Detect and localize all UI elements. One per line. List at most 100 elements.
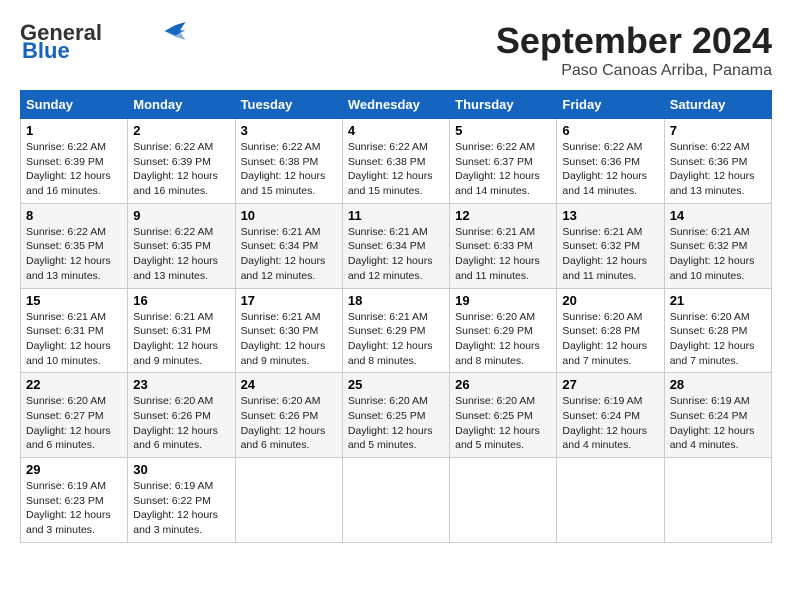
month-title: September 2024 (496, 20, 772, 62)
day-info: Sunrise: 6:21 AM Sunset: 6:33 PM Dayligh… (455, 225, 551, 284)
calendar-week-row: 1 Sunrise: 6:22 AM Sunset: 6:39 PM Dayli… (21, 119, 772, 204)
calendar-day-cell (235, 458, 342, 543)
day-number: 10 (241, 208, 337, 223)
day-info: Sunrise: 6:21 AM Sunset: 6:34 PM Dayligh… (348, 225, 444, 284)
calendar-day-cell: 9 Sunrise: 6:22 AM Sunset: 6:35 PM Dayli… (128, 203, 235, 288)
weekday-header: Friday (557, 91, 664, 119)
weekday-header: Thursday (450, 91, 557, 119)
day-number: 2 (133, 123, 229, 138)
calendar-day-cell: 25 Sunrise: 6:20 AM Sunset: 6:25 PM Dayl… (342, 373, 449, 458)
day-number: 21 (670, 293, 766, 308)
calendar-day-cell: 28 Sunrise: 6:19 AM Sunset: 6:24 PM Dayl… (664, 373, 771, 458)
day-number: 13 (562, 208, 658, 223)
calendar-day-cell: 3 Sunrise: 6:22 AM Sunset: 6:38 PM Dayli… (235, 119, 342, 204)
day-number: 22 (26, 377, 122, 392)
calendar-week-row: 29 Sunrise: 6:19 AM Sunset: 6:23 PM Dayl… (21, 458, 772, 543)
weekday-header: Sunday (21, 91, 128, 119)
logo: General Blue (20, 20, 187, 64)
day-number: 5 (455, 123, 551, 138)
day-info: Sunrise: 6:21 AM Sunset: 6:31 PM Dayligh… (26, 310, 122, 369)
day-info: Sunrise: 6:19 AM Sunset: 6:22 PM Dayligh… (133, 479, 229, 538)
calendar-day-cell: 10 Sunrise: 6:21 AM Sunset: 6:34 PM Dayl… (235, 203, 342, 288)
day-number: 9 (133, 208, 229, 223)
day-info: Sunrise: 6:20 AM Sunset: 6:28 PM Dayligh… (562, 310, 658, 369)
day-info: Sunrise: 6:20 AM Sunset: 6:25 PM Dayligh… (455, 394, 551, 453)
day-info: Sunrise: 6:19 AM Sunset: 6:24 PM Dayligh… (562, 394, 658, 453)
calendar-day-cell: 4 Sunrise: 6:22 AM Sunset: 6:38 PM Dayli… (342, 119, 449, 204)
calendar-table: SundayMondayTuesdayWednesdayThursdayFrid… (20, 90, 772, 543)
day-number: 30 (133, 462, 229, 477)
weekday-header: Saturday (664, 91, 771, 119)
day-number: 19 (455, 293, 551, 308)
calendar-day-cell: 17 Sunrise: 6:21 AM Sunset: 6:30 PM Dayl… (235, 288, 342, 373)
calendar-day-cell: 7 Sunrise: 6:22 AM Sunset: 6:36 PM Dayli… (664, 119, 771, 204)
day-info: Sunrise: 6:20 AM Sunset: 6:25 PM Dayligh… (348, 394, 444, 453)
day-number: 17 (241, 293, 337, 308)
day-info: Sunrise: 6:22 AM Sunset: 6:39 PM Dayligh… (133, 140, 229, 199)
calendar-week-row: 22 Sunrise: 6:20 AM Sunset: 6:27 PM Dayl… (21, 373, 772, 458)
calendar-day-cell: 18 Sunrise: 6:21 AM Sunset: 6:29 PM Dayl… (342, 288, 449, 373)
calendar-week-row: 8 Sunrise: 6:22 AM Sunset: 6:35 PM Dayli… (21, 203, 772, 288)
day-number: 8 (26, 208, 122, 223)
day-info: Sunrise: 6:22 AM Sunset: 6:39 PM Dayligh… (26, 140, 122, 199)
day-info: Sunrise: 6:20 AM Sunset: 6:29 PM Dayligh… (455, 310, 551, 369)
day-info: Sunrise: 6:20 AM Sunset: 6:28 PM Dayligh… (670, 310, 766, 369)
calendar-day-cell (342, 458, 449, 543)
day-number: 25 (348, 377, 444, 392)
calendar-day-cell: 24 Sunrise: 6:20 AM Sunset: 6:26 PM Dayl… (235, 373, 342, 458)
calendar-day-cell: 26 Sunrise: 6:20 AM Sunset: 6:25 PM Dayl… (450, 373, 557, 458)
calendar-header-row: SundayMondayTuesdayWednesdayThursdayFrid… (21, 91, 772, 119)
location: Paso Canoas Arriba, Panama (496, 62, 772, 80)
calendar-day-cell: 29 Sunrise: 6:19 AM Sunset: 6:23 PM Dayl… (21, 458, 128, 543)
logo-blue: Blue (22, 38, 70, 64)
day-info: Sunrise: 6:22 AM Sunset: 6:37 PM Dayligh… (455, 140, 551, 199)
calendar-week-row: 15 Sunrise: 6:21 AM Sunset: 6:31 PM Dayl… (21, 288, 772, 373)
day-info: Sunrise: 6:21 AM Sunset: 6:34 PM Dayligh… (241, 225, 337, 284)
day-info: Sunrise: 6:21 AM Sunset: 6:30 PM Dayligh… (241, 310, 337, 369)
weekday-header: Monday (128, 91, 235, 119)
calendar-day-cell (450, 458, 557, 543)
logo-bird-icon (157, 22, 187, 40)
day-info: Sunrise: 6:22 AM Sunset: 6:38 PM Dayligh… (241, 140, 337, 199)
calendar-day-cell: 22 Sunrise: 6:20 AM Sunset: 6:27 PM Dayl… (21, 373, 128, 458)
calendar-day-cell: 27 Sunrise: 6:19 AM Sunset: 6:24 PM Dayl… (557, 373, 664, 458)
day-info: Sunrise: 6:22 AM Sunset: 6:35 PM Dayligh… (26, 225, 122, 284)
day-info: Sunrise: 6:21 AM Sunset: 6:31 PM Dayligh… (133, 310, 229, 369)
day-number: 20 (562, 293, 658, 308)
day-number: 24 (241, 377, 337, 392)
calendar-day-cell: 14 Sunrise: 6:21 AM Sunset: 6:32 PM Dayl… (664, 203, 771, 288)
calendar-day-cell: 11 Sunrise: 6:21 AM Sunset: 6:34 PM Dayl… (342, 203, 449, 288)
day-info: Sunrise: 6:19 AM Sunset: 6:23 PM Dayligh… (26, 479, 122, 538)
day-number: 27 (562, 377, 658, 392)
weekday-header: Wednesday (342, 91, 449, 119)
calendar-day-cell: 16 Sunrise: 6:21 AM Sunset: 6:31 PM Dayl… (128, 288, 235, 373)
day-number: 23 (133, 377, 229, 392)
day-number: 16 (133, 293, 229, 308)
calendar-day-cell: 20 Sunrise: 6:20 AM Sunset: 6:28 PM Dayl… (557, 288, 664, 373)
day-number: 6 (562, 123, 658, 138)
day-number: 11 (348, 208, 444, 223)
calendar-day-cell: 30 Sunrise: 6:19 AM Sunset: 6:22 PM Dayl… (128, 458, 235, 543)
calendar-day-cell: 21 Sunrise: 6:20 AM Sunset: 6:28 PM Dayl… (664, 288, 771, 373)
calendar-day-cell: 1 Sunrise: 6:22 AM Sunset: 6:39 PM Dayli… (21, 119, 128, 204)
day-number: 3 (241, 123, 337, 138)
day-number: 14 (670, 208, 766, 223)
title-block: September 2024 Paso Canoas Arriba, Panam… (496, 20, 772, 80)
day-number: 1 (26, 123, 122, 138)
page-header: General Blue September 2024 Paso Canoas … (20, 20, 772, 80)
calendar-day-cell: 8 Sunrise: 6:22 AM Sunset: 6:35 PM Dayli… (21, 203, 128, 288)
day-number: 7 (670, 123, 766, 138)
day-info: Sunrise: 6:22 AM Sunset: 6:35 PM Dayligh… (133, 225, 229, 284)
day-number: 12 (455, 208, 551, 223)
day-info: Sunrise: 6:21 AM Sunset: 6:32 PM Dayligh… (562, 225, 658, 284)
day-info: Sunrise: 6:22 AM Sunset: 6:38 PM Dayligh… (348, 140, 444, 199)
day-number: 29 (26, 462, 122, 477)
calendar-day-cell (664, 458, 771, 543)
calendar-day-cell: 5 Sunrise: 6:22 AM Sunset: 6:37 PM Dayli… (450, 119, 557, 204)
calendar-day-cell: 15 Sunrise: 6:21 AM Sunset: 6:31 PM Dayl… (21, 288, 128, 373)
calendar-day-cell: 2 Sunrise: 6:22 AM Sunset: 6:39 PM Dayli… (128, 119, 235, 204)
day-info: Sunrise: 6:22 AM Sunset: 6:36 PM Dayligh… (562, 140, 658, 199)
day-info: Sunrise: 6:21 AM Sunset: 6:32 PM Dayligh… (670, 225, 766, 284)
day-info: Sunrise: 6:20 AM Sunset: 6:27 PM Dayligh… (26, 394, 122, 453)
day-info: Sunrise: 6:22 AM Sunset: 6:36 PM Dayligh… (670, 140, 766, 199)
